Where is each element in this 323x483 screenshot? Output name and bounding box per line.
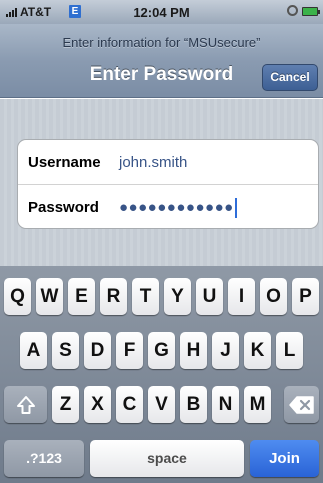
key-r[interactable]: R: [100, 278, 127, 315]
key-z[interactable]: Z: [52, 386, 79, 423]
key-o[interactable]: O: [260, 278, 287, 315]
join-button[interactable]: Join: [250, 440, 319, 477]
network-prompt: Enter information for “MSUsecure”: [62, 35, 261, 50]
key-l[interactable]: L: [276, 332, 303, 369]
battery-icon: [302, 7, 320, 16]
key-n[interactable]: N: [212, 386, 239, 423]
credentials-form: Username john.smith Password ●●●●●●●●●●●…: [17, 139, 319, 229]
form-background: Username john.smith Password ●●●●●●●●●●●…: [0, 99, 323, 266]
password-mask: ●●●●●●●●●●●●: [119, 199, 234, 216]
key-k[interactable]: K: [244, 332, 271, 369]
key-u[interactable]: U: [196, 278, 223, 315]
key-s[interactable]: S: [52, 332, 79, 369]
status-bar: AT&T E 12:04 PM: [0, 0, 323, 24]
key-e[interactable]: E: [68, 278, 95, 315]
keyboard: Q W E R T Y U I O P A S D F G H J K L Z …: [0, 266, 323, 483]
username-field[interactable]: john.smith: [119, 154, 187, 171]
username-row[interactable]: Username john.smith: [18, 140, 318, 185]
navigation-bar: Enter information for “MSUsecure” Enter …: [0, 24, 323, 98]
username-label: Username: [28, 153, 101, 171]
key-t[interactable]: T: [132, 278, 159, 315]
key-b[interactable]: B: [180, 386, 207, 423]
password-field[interactable]: ●●●●●●●●●●●●: [119, 197, 237, 218]
cancel-button[interactable]: Cancel: [262, 64, 318, 91]
numbers-mode-key[interactable]: .?123: [4, 440, 84, 477]
key-f[interactable]: F: [116, 332, 143, 369]
key-c[interactable]: C: [116, 386, 143, 423]
key-w[interactable]: W: [36, 278, 63, 315]
key-v[interactable]: V: [148, 386, 175, 423]
password-label: Password: [28, 199, 99, 216]
delete-key[interactable]: [284, 386, 319, 423]
key-x[interactable]: X: [84, 386, 111, 423]
key-i[interactable]: I: [228, 278, 255, 315]
orientation-lock-icon: [287, 5, 298, 16]
key-m[interactable]: M: [244, 386, 271, 423]
key-q[interactable]: Q: [4, 278, 31, 315]
space-key[interactable]: space: [90, 440, 244, 477]
text-cursor: [234, 197, 237, 218]
backspace-icon: [288, 395, 314, 414]
page-title: Enter Password: [89, 64, 234, 85]
shift-arrow-icon: [16, 395, 35, 414]
key-a[interactable]: A: [20, 332, 47, 369]
key-d[interactable]: D: [84, 332, 111, 369]
key-p[interactable]: P: [292, 278, 319, 315]
password-row[interactable]: Password ●●●●●●●●●●●●: [18, 185, 318, 228]
status-time: 12:04 PM: [133, 5, 190, 20]
key-g[interactable]: G: [148, 332, 175, 369]
key-h[interactable]: H: [180, 332, 207, 369]
key-y[interactable]: Y: [164, 278, 191, 315]
key-j[interactable]: J: [212, 332, 239, 369]
shift-key[interactable]: [4, 386, 47, 423]
